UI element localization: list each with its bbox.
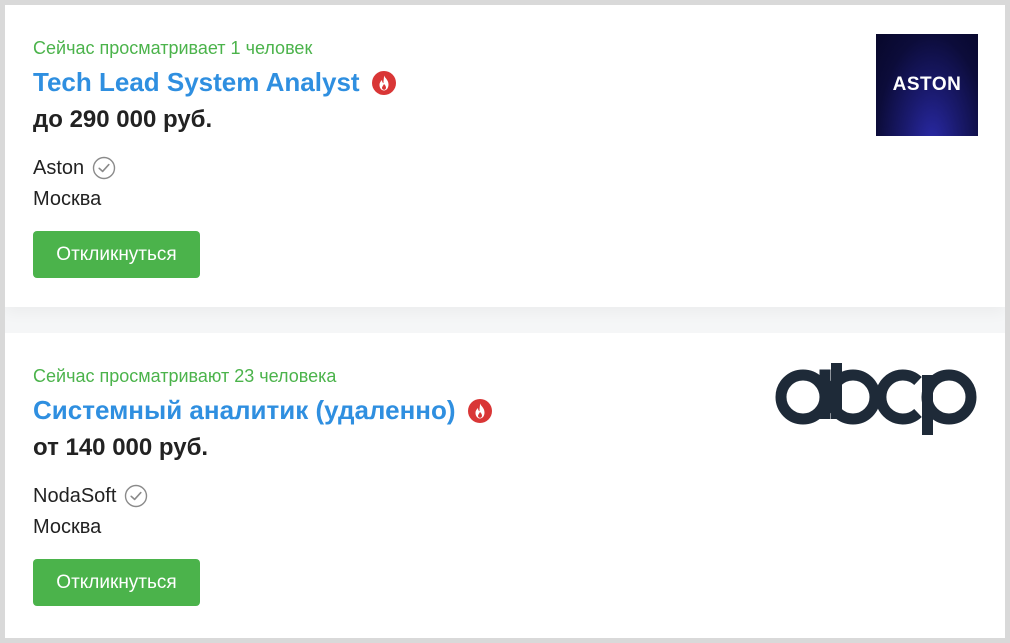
flame-icon (467, 398, 492, 423)
vacancy-title-row: Системный аналитик (удаленно) (33, 395, 492, 426)
company-name-link[interactable]: NodaSoft (33, 485, 116, 508)
verified-check-icon (125, 484, 148, 508)
viewers-count: Сейчас просматривают 23 человека (33, 366, 337, 386)
company-logo-abcp[interactable]: abcp (773, 363, 978, 435)
apply-button[interactable]: Откликнуться (33, 559, 200, 606)
vacancy-list: Сейчас просматривает 1 человек Tech Lead… (5, 5, 1005, 638)
logo-text: abcp (773, 363, 776, 364)
flame-icon (371, 70, 396, 95)
salary: до 290 000 руб. (33, 106, 213, 133)
salary: от 140 000 руб. (33, 434, 209, 461)
vacancy-title-link[interactable]: Системный аналитик (удаленно) (33, 395, 456, 426)
vacancy-card: Сейчас просматривают 23 человека Системн… (5, 333, 1005, 638)
apply-button[interactable]: Откликнуться (33, 231, 200, 278)
company-logo-aston[interactable]: ASTON (876, 34, 978, 136)
company-name-link[interactable]: Aston (33, 157, 84, 180)
vacancy-card: Сейчас просматривает 1 человек Tech Lead… (5, 5, 1005, 307)
logo-text: ASTON (892, 74, 962, 95)
verified-check-icon (92, 156, 116, 180)
vacancy-city: Москва (33, 188, 102, 210)
vacancy-city: Москва (33, 516, 102, 538)
company-row: NodaSoft (33, 484, 148, 508)
viewers-count: Сейчас просматривает 1 человек (33, 38, 313, 58)
vacancy-title-link[interactable]: Tech Lead System Analyst (33, 67, 360, 98)
vacancy-title-row: Tech Lead System Analyst (33, 67, 396, 98)
company-row: Aston (33, 156, 116, 180)
